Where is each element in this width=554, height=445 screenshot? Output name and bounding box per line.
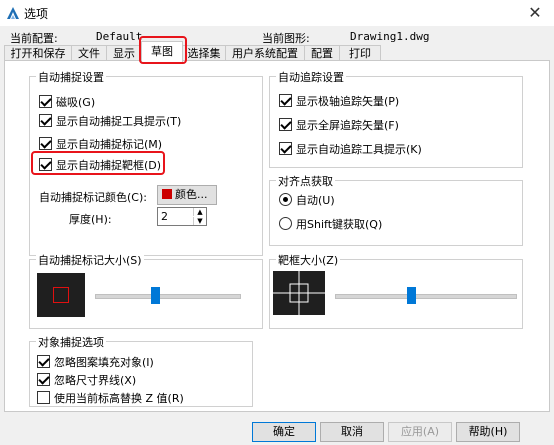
ignore-dimension-label: 忽略尺寸界线(X) — [54, 374, 137, 387]
autosnap-tooltip-label: 显示自动捕捉工具提示(T) — [56, 115, 182, 128]
autosnap-tooltip-checkbox[interactable] — [39, 114, 52, 127]
ok-button[interactable]: 确定 — [252, 422, 316, 442]
stepper-down-icon[interactable]: ▼ — [193, 217, 206, 225]
aperture-size-slider-thumb[interactable] — [406, 287, 416, 304]
cancel-button[interactable]: 取消 — [320, 422, 384, 442]
alignment-acquisition-group: 对齐点获取 — [269, 173, 523, 246]
thickness-label: 厚度(H): — [69, 213, 112, 226]
drafting-panel: 自动捕捉设置 磁吸(G) 显示自动捕捉工具提示(T) 显示自动捕捉标记(M) 显… — [4, 60, 550, 412]
current-profile-label: 当前配置: — [10, 32, 58, 45]
tab-open-save[interactable]: 打开和保存 — [4, 45, 72, 61]
ignore-hatch-label: 忽略图案填充对象(I) — [54, 356, 154, 369]
aperture-preview — [273, 271, 325, 315]
fullscreen-vector-label: 显示全屏追踪矢量(F) — [296, 119, 399, 132]
autosnap-settings-title: 自动捕捉设置 — [36, 69, 106, 85]
title-bar: 选项 ✕ — [0, 0, 554, 26]
current-drawing-label: 当前图形: — [262, 32, 310, 45]
marker-size-title: 自动捕捉标记大小(S) — [36, 252, 144, 268]
autotrack-settings-title: 自动追踪设置 — [276, 69, 346, 85]
marker-size-slider-track[interactable] — [95, 294, 241, 299]
tab-profiles[interactable]: 配置 — [304, 45, 340, 61]
ignore-hatch-checkbox[interactable] — [37, 355, 50, 368]
tab-files[interactable]: 文件 — [71, 45, 107, 61]
window-title: 选项 — [24, 7, 49, 21]
fullscreen-vector-checkbox[interactable] — [279, 118, 292, 131]
marker-size-slider-thumb[interactable] — [151, 287, 161, 304]
color-button[interactable]: 颜色... — [157, 185, 217, 205]
autosnap-marker-label: 显示自动捕捉标记(M) — [56, 138, 163, 151]
tab-selection[interactable]: 选择集 — [182, 45, 226, 61]
polar-vector-checkbox[interactable] — [279, 94, 292, 107]
magnet-label: 磁吸(G) — [56, 96, 96, 109]
aperture-crosshair-icon — [273, 271, 325, 315]
tab-display[interactable]: 显示 — [106, 45, 142, 61]
alignment-acquisition-title: 对齐点获取 — [276, 173, 335, 189]
marker-preview — [37, 273, 85, 317]
shift-acquire-radio[interactable] — [279, 217, 292, 230]
replace-z-label: 使用当前标高替换 Z 值(R) — [54, 392, 184, 405]
replace-z-checkbox[interactable] — [37, 391, 50, 404]
marker-color-label: 自动捕捉标记颜色(C): — [39, 191, 147, 204]
auto-acquire-radio[interactable] — [279, 193, 292, 206]
close-button[interactable]: ✕ — [520, 2, 550, 24]
thickness-value: 2 — [161, 210, 168, 223]
highlight-box-tab — [139, 36, 187, 64]
autotrack-tooltip-checkbox[interactable] — [279, 142, 292, 155]
thickness-stepper[interactable]: 2 ▲ ▼ — [157, 207, 207, 226]
object-snap-options-title: 对象捕捉选项 — [36, 334, 106, 350]
marker-square-icon — [53, 287, 69, 303]
polar-vector-label: 显示极轴追踪矢量(P) — [296, 95, 400, 108]
tab-plot[interactable]: 打印 — [339, 45, 381, 61]
auto-acquire-label: 自动(U) — [296, 194, 335, 207]
app-logo-icon — [7, 7, 19, 19]
autosnap-marker-checkbox[interactable] — [39, 137, 52, 150]
shift-acquire-label: 用Shift键获取(Q) — [296, 218, 383, 231]
ignore-dimension-checkbox[interactable] — [37, 373, 50, 386]
magnet-checkbox[interactable] — [39, 95, 52, 108]
aperture-size-title: 靶框大小(Z) — [276, 252, 341, 268]
tab-user-preferences[interactable]: 用户系统配置 — [225, 45, 305, 61]
autotrack-tooltip-label: 显示自动追踪工具提示(K) — [296, 143, 422, 156]
current-drawing-value: Drawing1.dwg — [350, 30, 430, 43]
marker-color-swatch — [162, 189, 172, 199]
help-button[interactable]: 帮助(H) — [456, 422, 520, 442]
apply-button[interactable]: 应用(A) — [388, 422, 452, 442]
current-profile-value: Default — [96, 30, 143, 43]
stepper-up-icon[interactable]: ▲ — [193, 208, 206, 216]
color-button-label: 颜色... — [175, 188, 208, 201]
highlight-box-aperture — [31, 151, 165, 175]
aperture-size-slider-track[interactable] — [335, 294, 517, 299]
